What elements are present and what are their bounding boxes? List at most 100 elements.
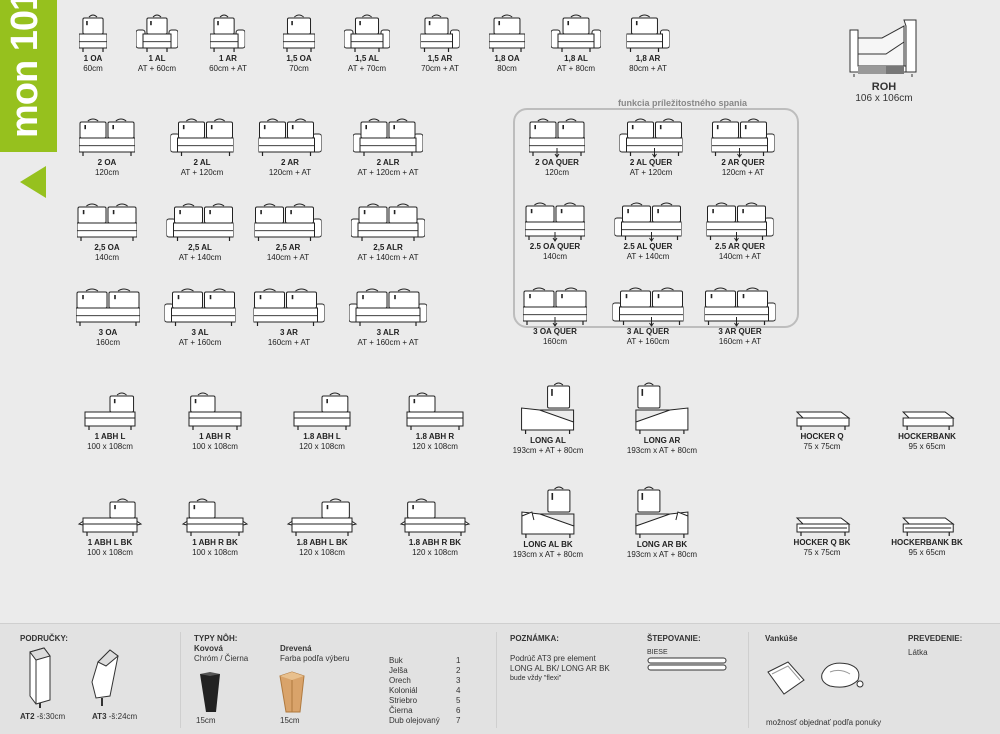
sofa-element-item: 1.8 ABH R BK 120 x 108cm	[399, 496, 471, 558]
element-dimension: 140cm + AT	[266, 253, 310, 262]
back-arrow-icon[interactable]	[20, 166, 46, 198]
sofa-element-icon	[795, 517, 851, 536]
sofa-element-icon	[614, 202, 682, 242]
element-dimension: AT + 140cm + AT	[357, 253, 419, 262]
element-dimension: 100 x 108cm	[87, 548, 133, 557]
sofa-element-item: 1,5 AL AT + 70cm	[344, 14, 390, 74]
sofa-element-icon	[901, 411, 955, 430]
cushions-title: Vankúše	[765, 634, 798, 643]
element-name: 3 AL	[191, 328, 209, 337]
element-name: 1 ABH R BK	[192, 538, 238, 547]
sofa-element-item: 1,8 AR 80cm + AT	[626, 14, 670, 74]
sofa-element-item: 1 ABH R BK 100 x 108cm	[181, 496, 249, 558]
sofa-element-icon	[286, 498, 358, 536]
sofa-element-icon	[84, 392, 136, 430]
sofa-element-item: 3 AR QUER 160cm + AT	[704, 287, 776, 347]
sofa-element-item: 2 AL QUER AT + 120cm	[619, 118, 683, 178]
sofa-element-item: 1.8 ABH L BK 120 x 108cm	[286, 496, 358, 558]
wood-color-code: 6	[456, 706, 461, 715]
note-line-2: LONG AL BK/ LONG AR BK	[510, 664, 610, 673]
sofa-element-item: 2 OA 120cm	[79, 118, 135, 178]
sofa-element-item: 3 OA 160cm	[76, 288, 140, 348]
wood-color-name: Čierna	[389, 706, 413, 715]
sofa-element-item: 1 AR 60cm + AT	[209, 14, 247, 74]
sofa-element-icon	[77, 498, 143, 536]
wood-color-code: 3	[456, 676, 461, 685]
sofa-element-icon	[635, 382, 689, 434]
sofa-element-icon	[635, 486, 689, 538]
element-dimension: 140cm + AT	[718, 252, 762, 261]
sofa-element-icon	[420, 14, 460, 52]
sofa-element-item: 2 AR QUER 120cm + AT	[711, 118, 775, 178]
sofa-element-icon	[523, 287, 587, 327]
corner-dim: 106 x 106cm	[855, 93, 913, 104]
sofa-element-item: 2.5 AL QUER AT + 140cm	[614, 202, 682, 262]
element-dimension: 120cm	[94, 168, 119, 177]
element-name: 3 AL QUER	[626, 327, 670, 336]
element-name: 1.8 ABH L BK	[296, 538, 348, 547]
sofa-element-item: HOCKER Q BK 75 x 75cm	[793, 508, 851, 558]
wood-color-code: 2	[456, 666, 461, 675]
element-dimension: 120 x 108cm	[299, 442, 345, 451]
sofa-element-icon	[901, 517, 955, 536]
sofa-element-icon	[399, 498, 471, 536]
quer-group-title: funkcia príležitostného spania	[615, 98, 751, 108]
element-name: 1 AL	[148, 54, 166, 63]
sofa-element-item: 2,5 AL AT + 140cm	[166, 203, 234, 263]
element-name: 2.5 AR QUER	[715, 242, 765, 251]
sofa-element-icon	[525, 202, 585, 242]
element-name: 2 AL QUER	[629, 158, 673, 167]
element-dimension: AT + 140cm	[626, 252, 670, 261]
sofa-element-icon	[551, 14, 601, 52]
corner-name: ROH	[871, 81, 897, 93]
sofa-element-item: 1 ABH R 100 x 108cm	[183, 390, 247, 452]
element-name: 1 ABH L BK	[87, 538, 133, 547]
sofa-element-icon	[349, 288, 427, 326]
element-name: 2 AL	[193, 158, 211, 167]
element-name: 2.5 AL QUER	[623, 242, 673, 251]
sofa-element-item: 1 AL AT + 60cm	[136, 14, 178, 74]
leg-metal-title: Kovová	[194, 644, 223, 653]
sofa-element-item: 3 AR 160cm + AT	[253, 288, 325, 348]
sofa-element-item: 3 AL QUER AT + 160cm	[612, 287, 684, 347]
sofa-element-item: LONG AR BK 193cm x AT + 80cm	[627, 486, 697, 560]
sofa-element-icon	[181, 498, 249, 536]
wood-color-code: 5	[456, 696, 461, 705]
brand-tab: mon 101	[0, 0, 57, 152]
version-title: PREVEDENIE:	[908, 634, 963, 643]
element-dimension: 193cm x AT + 80cm	[626, 550, 698, 559]
element-name: 2.5 OA QUER	[529, 242, 581, 251]
sofa-element-item: 2 AL AT + 120cm	[170, 118, 234, 178]
sofa-element-icon	[79, 14, 107, 52]
sofa-element-item: 1,5 OA 70cm	[283, 14, 315, 74]
element-name: 1,5 OA	[286, 54, 312, 63]
sofa-element-icon	[529, 118, 585, 158]
sofa-element-icon	[489, 14, 525, 52]
element-name: 1,8 AR	[635, 54, 661, 63]
element-dimension: 70cm	[289, 64, 309, 73]
element-dimension: 193cm x AT + 80cm	[626, 446, 698, 455]
element-name: 1.8 ABH R	[415, 432, 455, 441]
wood-color-name: Jelša	[389, 666, 408, 675]
element-name: HOCKER Q BK	[793, 538, 851, 547]
sofa-element-item: 1.8 ABH L 120 x 108cm	[288, 390, 356, 452]
element-name: 3 OA QUER	[533, 327, 577, 336]
element-dimension: 193cm + AT + 80cm	[512, 446, 584, 455]
element-name: LONG AR BK	[636, 540, 688, 549]
element-dimension: AT + 140cm	[178, 253, 222, 262]
element-dimension: AT + 160cm	[626, 337, 670, 346]
footer-legend: PODRUČKY: AT2 -š:30cm AT3 -š:24cm TYPY N…	[0, 623, 1000, 734]
element-name: 2 OA QUER	[535, 158, 579, 167]
element-dimension: AT + 120cm	[180, 168, 224, 177]
element-dimension: 100 x 108cm	[192, 442, 238, 451]
leg-wood-title: Drevená	[280, 644, 312, 653]
element-name: 3 OA	[98, 328, 118, 337]
element-dimension: 120 x 108cm	[299, 548, 345, 557]
element-dimension: 100 x 108cm	[192, 548, 238, 557]
note-line-1: Podrúč AT3 pre element	[510, 654, 596, 663]
element-name: 2,5 AL	[188, 243, 212, 252]
sofa-element-item: 1 OA 60cm	[79, 14, 107, 74]
element-name: 1,8 AL	[564, 54, 588, 63]
element-name: 2 AR	[281, 158, 299, 167]
square-cushion-icon	[767, 661, 805, 695]
